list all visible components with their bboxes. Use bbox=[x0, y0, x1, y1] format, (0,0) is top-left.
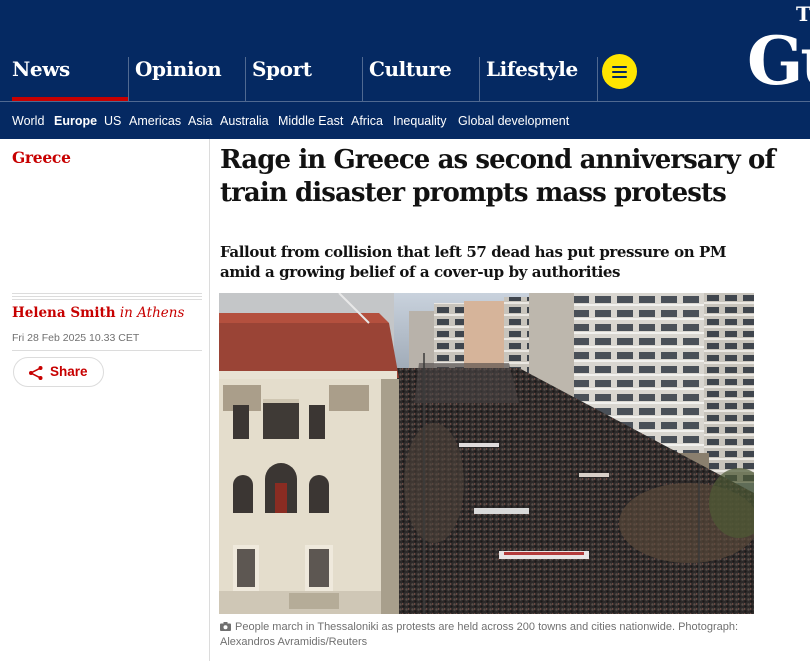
subnav-item-europe[interactable]: Europe bbox=[54, 114, 97, 128]
nav-pillar-label: News bbox=[12, 57, 70, 81]
menu-button[interactable] bbox=[602, 54, 637, 89]
protest-photo-illustration bbox=[219, 293, 754, 614]
byline: Helena Smith in Athens bbox=[12, 305, 184, 321]
caption-text: People march in Thessaloniki as protests… bbox=[220, 621, 739, 648]
sub-navigation: World Europe US Americas Asia Australia … bbox=[0, 101, 810, 139]
logo-fragment: T bbox=[796, 2, 810, 26]
subnav-item-global-development[interactable]: Global development bbox=[458, 114, 569, 128]
image-caption: People march in Thessaloniki as protests… bbox=[220, 620, 760, 650]
article-standfirst: Fallout from collision that left 57 dead… bbox=[220, 243, 727, 281]
article-main-image[interactable] bbox=[219, 293, 754, 614]
nav-pillar-news[interactable]: News bbox=[12, 57, 128, 101]
author-link[interactable]: Helena Smith bbox=[12, 305, 116, 321]
nav-pillar-label: Opinion bbox=[135, 57, 222, 81]
subnav-item-middle-east[interactable]: Middle East bbox=[278, 114, 343, 128]
nav-pillar-label: Lifestyle bbox=[486, 57, 578, 81]
article-headline: Rage in Greece as second anniversary of … bbox=[220, 145, 776, 208]
subnav-item-australia[interactable]: Australia bbox=[220, 114, 269, 128]
share-icon bbox=[29, 366, 43, 380]
share-label: Share bbox=[50, 364, 88, 379]
meta-rule bbox=[12, 350, 202, 351]
subnav-item-world[interactable]: World bbox=[12, 114, 44, 128]
subnav-item-americas[interactable]: Americas bbox=[129, 114, 181, 128]
nav-pillar-lifestyle[interactable]: Lifestyle bbox=[479, 57, 597, 101]
camera-icon bbox=[220, 622, 231, 631]
column-divider bbox=[209, 139, 210, 661]
publish-date: Fri 28 Feb 2025 10.33 CET bbox=[12, 332, 140, 344]
subnav-item-us[interactable]: US bbox=[104, 114, 121, 128]
nav-pillar-culture[interactable]: Culture bbox=[362, 57, 479, 101]
subnav-item-africa[interactable]: Africa bbox=[351, 114, 383, 128]
masthead: News Opinion Sport Culture Lifestyle Gu … bbox=[0, 0, 810, 101]
author-location: in Athens bbox=[119, 305, 185, 321]
nav-pillar-opinion[interactable]: Opinion bbox=[128, 57, 245, 101]
meta-divider bbox=[12, 293, 202, 301]
nav-pillar-divider bbox=[597, 57, 598, 101]
subnav-item-asia[interactable]: Asia bbox=[188, 114, 212, 128]
guardian-logo[interactable]: Gu bbox=[747, 28, 810, 94]
share-button[interactable]: Share bbox=[13, 357, 104, 387]
section-tag[interactable]: Greece bbox=[12, 148, 71, 167]
nav-pillar-label: Sport bbox=[252, 57, 312, 81]
subnav-item-inequality[interactable]: Inequality bbox=[393, 114, 447, 128]
nav-pillar-label: Culture bbox=[369, 57, 452, 81]
nav-pillar-sport[interactable]: Sport bbox=[245, 57, 362, 101]
